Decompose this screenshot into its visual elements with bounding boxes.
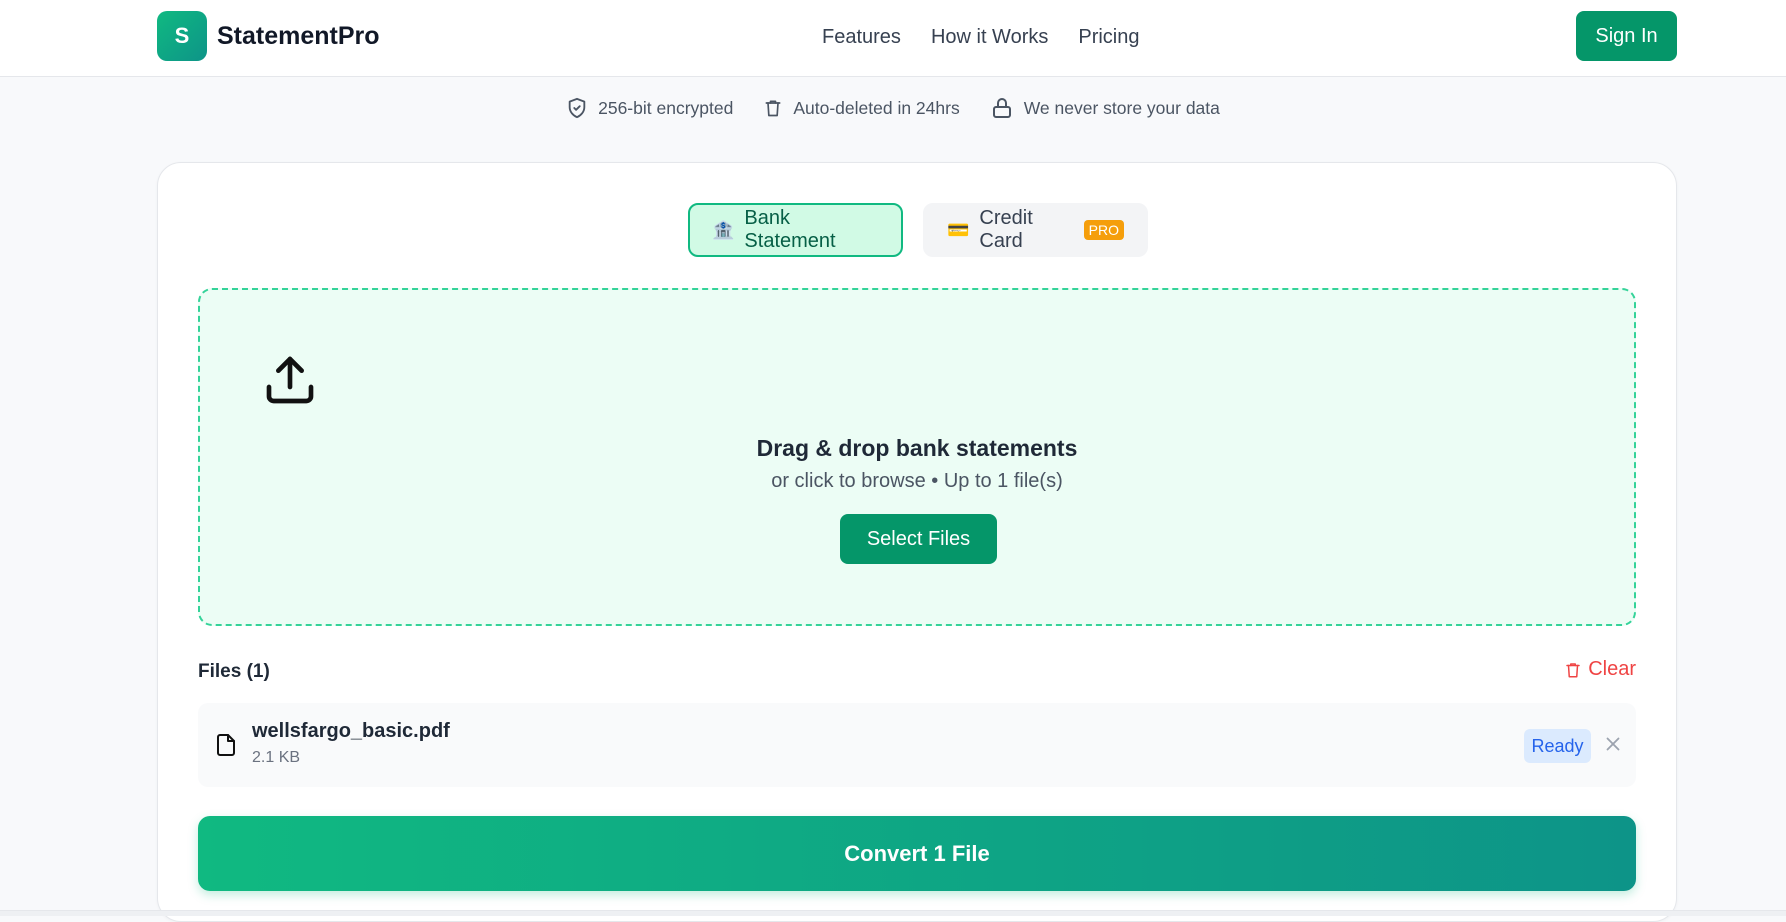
nav-features[interactable]: Features: [822, 24, 901, 50]
file-icon: [217, 734, 235, 756]
dropzone-subtitle: or click to browse • Up to 1 file(s): [771, 470, 1063, 492]
trust-label: Auto-deleted in 24hrs: [793, 97, 960, 118]
converter-card: 🏦 Bank Statement 💳 Credit Card PRO Drag …: [157, 162, 1677, 922]
select-files-button[interactable]: Select Files: [840, 514, 997, 564]
trust-label: 256-bit encrypted: [598, 97, 734, 118]
clear-files-button[interactable]: Clear: [1564, 658, 1636, 681]
credit-card-icon: 💳: [947, 219, 970, 240]
dropzone-title: Drag & drop bank statements: [756, 435, 1078, 461]
trust-item-auto-delete: Auto-deleted in 24hrs: [763, 96, 960, 120]
tab-label: Credit Card: [979, 207, 1033, 252]
main-nav: Features How it Works Pricing: [822, 24, 1170, 50]
tab-credit-card[interactable]: 💳 Credit Card PRO: [923, 203, 1148, 257]
file-size: 2.1 KB: [252, 749, 301, 766]
sign-in-button[interactable]: Sign In: [1576, 11, 1677, 61]
file-dropzone[interactable]: Drag & drop bank statements or click to …: [198, 288, 1636, 626]
convert-button[interactable]: Convert 1 File: [198, 816, 1636, 891]
tab-label: Bank Statement: [744, 207, 836, 252]
brand-name: StatementPro: [217, 21, 380, 50]
trust-label: We never store your data: [1023, 97, 1220, 118]
file-list-item: wellsfargo_basic.pdf 2.1 KB Ready: [198, 703, 1636, 787]
nav-pricing[interactable]: Pricing: [1078, 24, 1139, 50]
tab-bank-statement[interactable]: 🏦 Bank Statement: [688, 203, 903, 257]
trust-item-encryption: 256-bit encrypted: [566, 96, 733, 120]
trash-icon: [765, 100, 781, 117]
bank-icon: 🏦: [712, 219, 735, 240]
page-bottom-edge: [0, 910, 1786, 916]
status-badge: Ready: [1524, 729, 1591, 763]
logo-mark: S: [157, 11, 207, 61]
files-heading: Files (1): [198, 661, 270, 682]
upload-icon: [266, 356, 314, 404]
trust-strip: 256-bit encrypted Auto-deleted in 24hrs …: [0, 96, 1786, 120]
trust-item-no-storage: We never store your data: [990, 96, 1220, 120]
file-name: wellsfargo_basic.pdf: [252, 720, 450, 742]
clear-label: Clear: [1588, 658, 1636, 680]
brand-logo[interactable]: S StatementPro: [157, 11, 380, 61]
lock-icon: [992, 98, 1011, 118]
top-header: S StatementPro Features How it Works Pri…: [0, 0, 1786, 77]
shield-icon: [568, 97, 586, 119]
nav-how-it-works[interactable]: How it Works: [931, 24, 1048, 50]
close-icon[interactable]: [1602, 733, 1624, 755]
trash-icon: [1566, 662, 1580, 677]
pro-badge: PRO: [1083, 220, 1124, 240]
statement-type-tabs: 🏦 Bank Statement 💳 Credit Card PRO: [688, 203, 1148, 257]
